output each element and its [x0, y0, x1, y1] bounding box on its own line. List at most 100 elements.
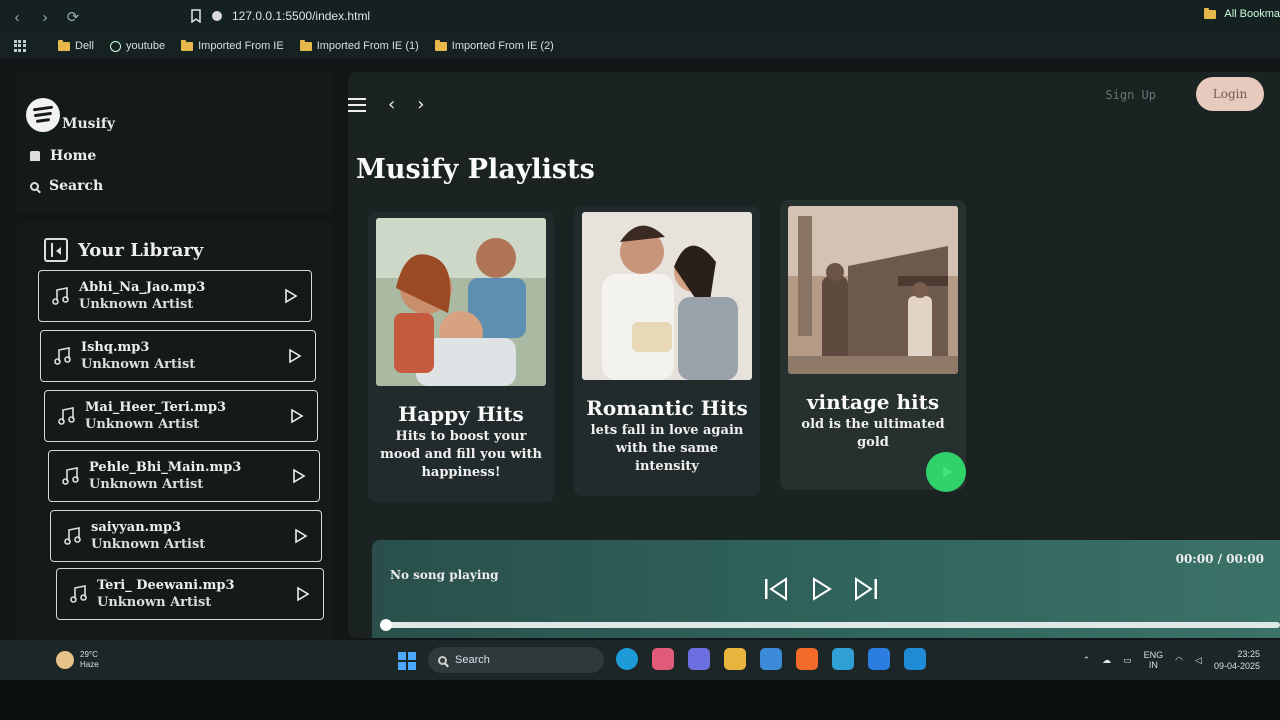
bookmark-dell[interactable]: Dell: [58, 39, 94, 52]
taskbar-search[interactable]: Search: [428, 647, 604, 673]
file-explorer-icon[interactable]: [724, 648, 746, 670]
main-toolbar: ‹ ›: [348, 94, 424, 115]
brand[interactable]: Musify: [26, 98, 115, 132]
playback-time: 00:00 / 00:00: [1175, 552, 1264, 566]
site-info-icon[interactable]: [212, 11, 222, 21]
list-item[interactable]: Ishq.mp3 Unknown Artist: [40, 330, 316, 382]
bookmark-icon[interactable]: [190, 9, 202, 23]
bookmark-imported-ie-1[interactable]: Imported From IE (1): [299, 39, 419, 52]
screen-bezel: [0, 680, 1280, 720]
play-icon: [813, 577, 832, 601]
teams-icon[interactable]: [688, 648, 710, 670]
sidebar-nav-panel: Musify Home Search: [16, 72, 334, 214]
play-icon[interactable]: [293, 528, 309, 544]
previous-track-button[interactable]: [762, 576, 790, 602]
folder-icon: [434, 39, 447, 51]
media-player-icon[interactable]: [760, 648, 782, 670]
bookmark-imported-ie-2[interactable]: Imported From IE (2): [434, 39, 554, 52]
copilot-icon[interactable]: [652, 648, 674, 670]
folder-icon: [181, 39, 194, 51]
sidebar: Musify Home Search Your Library Abhi_Na_…: [16, 72, 334, 642]
sidebar-item-home[interactable]: Home: [30, 148, 96, 164]
language-indicator[interactable]: ENG IN: [1144, 650, 1164, 670]
play-icon[interactable]: [295, 586, 311, 602]
playlist-card-romantic-hits[interactable]: Romantic Hits lets fall in love again wi…: [574, 206, 760, 496]
url-text[interactable]: 127.0.0.1:5500/index.html: [232, 9, 370, 23]
taskbar-apps: [616, 648, 926, 670]
chevron-up-icon[interactable]: ⌃: [1083, 655, 1091, 666]
playlist-desc: lets fall in love again with the same in…: [590, 423, 744, 474]
list-item[interactable]: Abhi_Na_Jao.mp3 Unknown Artist: [38, 270, 312, 322]
play-icon[interactable]: [291, 468, 307, 484]
login-button[interactable]: Login: [1196, 77, 1264, 111]
song-artist: Unknown Artist: [89, 477, 204, 492]
library-icon: [44, 238, 68, 262]
playlist-card-happy-hits[interactable]: Happy Hits Hits to boost your mood and f…: [368, 212, 554, 502]
playlist-cover-image: [376, 218, 546, 386]
bookmark-imported-ie[interactable]: Imported From IE: [181, 39, 284, 52]
playlist-card-vintage-hits[interactable]: vintage hits old is the ultimated gold: [780, 200, 966, 492]
outlook-icon[interactable]: [832, 648, 854, 670]
vscode-icon[interactable]: [904, 648, 926, 670]
all-bookmarks-link[interactable]: All Bookma: [1224, 8, 1280, 20]
bookmark-youtube[interactable]: youtube: [109, 40, 165, 52]
battery-icon[interactable]: ▭: [1123, 655, 1132, 666]
music-note-icon: [52, 287, 69, 305]
playlist-title: vintage hits: [806, 390, 940, 414]
chevron-right-icon[interactable]: ›: [417, 94, 424, 115]
playlist-cover-image: [788, 206, 958, 374]
page-title: Musify Playlists: [356, 154, 595, 185]
bookmarks-bar: Dell youtube Imported From IE Imported F…: [0, 34, 1280, 58]
reload-icon[interactable]: ⟳: [62, 6, 84, 28]
playlist-cover-image: [582, 212, 752, 380]
play-icon[interactable]: [287, 348, 303, 364]
seek-bar[interactable]: [380, 619, 1280, 631]
wifi-icon[interactable]: ◠: [1175, 655, 1183, 666]
folder-icon: [1204, 7, 1217, 19]
edge-icon[interactable]: [616, 648, 638, 670]
song-artist: Unknown Artist: [97, 595, 212, 610]
apps-grid-icon[interactable]: [14, 40, 26, 52]
address-bar[interactable]: 127.0.0.1:5500/index.html: [190, 5, 370, 27]
song-title: Mai_Heer_Teri.mp3: [85, 400, 227, 415]
main-content: ‹ › Sign Up Login Musify Playlists Happy…: [348, 72, 1280, 638]
musify-logo-icon: [26, 98, 60, 132]
search-icon: [30, 181, 39, 191]
back-icon[interactable]: ‹: [6, 6, 28, 28]
sign-up-button[interactable]: Sign Up: [1105, 88, 1156, 102]
sidebar-item-search[interactable]: Search: [30, 178, 103, 194]
windows-start-icon[interactable]: [398, 652, 416, 670]
play-button[interactable]: [808, 576, 834, 602]
song-title: Ishq.mp3: [81, 340, 150, 355]
playlist-play-button[interactable]: [926, 452, 966, 492]
list-item[interactable]: Teri_ Deewani.mp3 Unknown Artist: [56, 568, 324, 620]
song-title: Teri_ Deewani.mp3: [97, 578, 235, 593]
weather-temp: 29°C: [80, 650, 98, 659]
song-title: Pehle_Bhi_Main.mp3: [89, 460, 242, 475]
weather-widget[interactable]: 29°C Haze: [56, 650, 99, 670]
forward-icon[interactable]: ›: [34, 6, 56, 28]
skip-previous-icon: [765, 577, 787, 601]
seek-thumb[interactable]: [380, 619, 392, 631]
brave-icon[interactable]: [796, 648, 818, 670]
music-note-icon: [54, 347, 71, 365]
next-track-button[interactable]: [852, 576, 880, 602]
chevron-left-icon[interactable]: ‹: [388, 94, 395, 115]
volume-icon[interactable]: ◁: [1195, 655, 1202, 666]
hamburger-menu-icon[interactable]: [348, 97, 366, 112]
list-item[interactable]: Mai_Heer_Teri.mp3 Unknown Artist: [44, 390, 318, 442]
play-icon[interactable]: [289, 408, 305, 424]
list-item[interactable]: saiyyan.mp3 Unknown Artist: [50, 510, 322, 562]
list-item[interactable]: Pehle_Bhi_Main.mp3 Unknown Artist: [48, 450, 320, 502]
system-clock[interactable]: 23:25 09-04-2025: [1214, 648, 1260, 672]
library-header[interactable]: Your Library: [44, 238, 203, 262]
todo-icon[interactable]: [868, 648, 890, 670]
taskbar-search-label: Search: [455, 654, 490, 666]
now-playing-status: No song playing: [390, 568, 499, 582]
cloud-icon[interactable]: ☁: [1102, 655, 1111, 666]
play-icon[interactable]: [283, 288, 299, 304]
folder-icon: [58, 39, 70, 51]
song-title: saiyyan.mp3: [91, 520, 182, 535]
weather-icon: [56, 651, 74, 669]
home-icon: [30, 151, 40, 161]
